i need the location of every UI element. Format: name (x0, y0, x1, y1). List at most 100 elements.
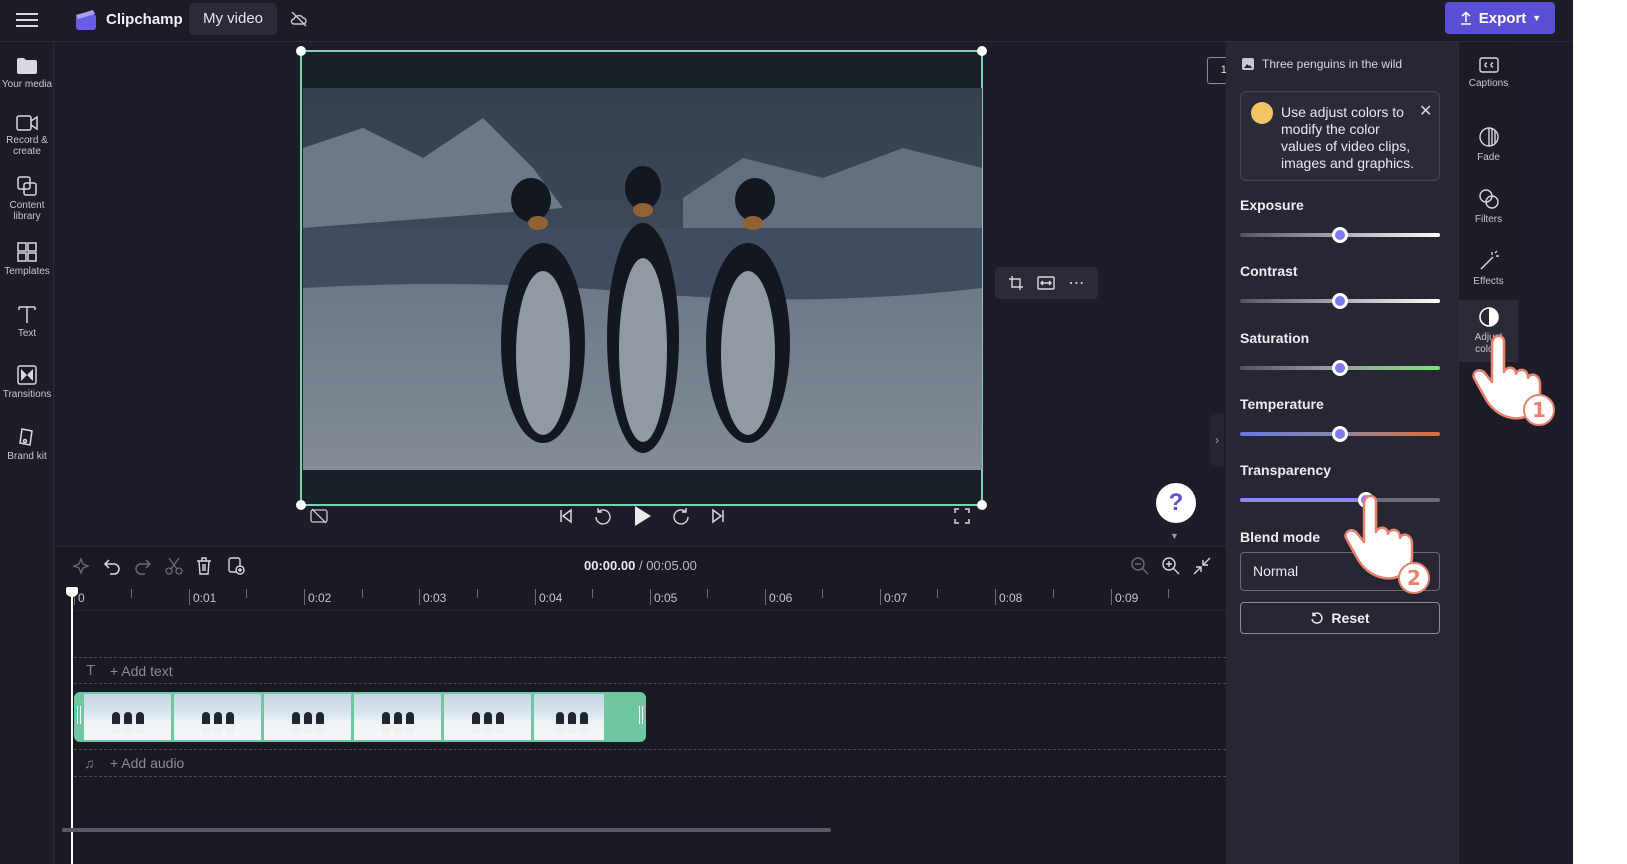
slider-knob[interactable] (1332, 426, 1348, 442)
templates-icon (17, 242, 37, 262)
nav-templates[interactable]: Templates (0, 241, 54, 277)
undo-icon[interactable] (102, 556, 122, 576)
chevron-down-icon[interactable]: ▼ (1170, 531, 1179, 541)
slider-knob[interactable] (1332, 360, 1348, 376)
temperature-label: Temperature (1240, 396, 1324, 412)
clip-trim-handle-right[interactable] (639, 706, 643, 724)
nav-label: Templates (4, 266, 50, 277)
nav-label: Captions (1468, 78, 1509, 89)
adjust-colors-icon (1478, 307, 1499, 327)
timecode: 00:00.00 / 00:05.00 (584, 558, 697, 573)
nav-label: Effects (1473, 276, 1504, 287)
clip-thumbnail (174, 694, 261, 740)
playhead[interactable] (66, 587, 78, 864)
tip-card: Use adjust colors to modify the color va… (1240, 91, 1440, 181)
magic-icon[interactable] (71, 556, 91, 576)
clip-thumbnail (84, 694, 171, 740)
contrast-slider[interactable] (1240, 293, 1440, 309)
redo-icon[interactable] (133, 556, 153, 576)
timeline-toolbar: 00:00.00 / 00:05.00 (56, 547, 1269, 585)
transparency-label: Transparency (1240, 462, 1332, 478)
content-library-icon (17, 176, 37, 196)
rewind-5-icon[interactable] (594, 507, 612, 525)
crop-icon[interactable] (1008, 275, 1024, 291)
forward-5-icon[interactable] (672, 507, 690, 525)
play-icon[interactable] (632, 505, 652, 527)
project-title[interactable]: My video (189, 3, 278, 35)
fullscreen-icon[interactable] (954, 508, 970, 524)
timeline-scrollbar[interactable] (62, 828, 831, 832)
brand-kit-icon (19, 428, 33, 446)
clip-thumbnail (354, 694, 441, 740)
nav-transitions[interactable]: Transitions (0, 364, 54, 400)
slider-knob[interactable] (1332, 293, 1348, 309)
upload-icon (1460, 11, 1471, 25)
nav-content-library[interactable]: Content library (0, 175, 54, 222)
image-icon (1242, 58, 1254, 70)
resize-handle[interactable] (977, 46, 987, 56)
menu-icon[interactable] (16, 10, 38, 30)
current-time: 00:00.00 (584, 558, 636, 573)
ruler-label: 0 (78, 591, 85, 605)
nav-filters[interactable]: Filters (1459, 188, 1518, 225)
split-icon[interactable] (164, 556, 184, 576)
timeline-ruler[interactable]: 0 0:01 0:02 0:03 0:04 0:05 0:06 0:07 0:0… (74, 585, 1226, 611)
ruler-label: 0:03 (423, 591, 447, 605)
ruler-label: 0:09 (1115, 591, 1139, 605)
duplicate-icon[interactable] (226, 556, 246, 576)
saturation-slider[interactable] (1240, 360, 1440, 376)
fit-icon[interactable] (1037, 276, 1055, 290)
nav-captions[interactable]: Captions (1459, 56, 1518, 89)
ruler-label: 0:06 (769, 591, 793, 605)
reset-button[interactable]: Reset (1240, 602, 1440, 634)
nav-your-media[interactable]: Your media (0, 56, 54, 90)
ruler-label: 0:08 (999, 591, 1023, 605)
help-button[interactable]: ? (1156, 483, 1196, 523)
zoom-in-icon[interactable] (1161, 556, 1181, 576)
step-badge-2: 2 (1398, 562, 1430, 594)
ruler-label: 0:02 (308, 591, 332, 605)
zoom-out-icon[interactable] (1130, 556, 1150, 576)
skip-forward-icon[interactable] (710, 508, 726, 524)
filters-icon (1478, 189, 1499, 209)
transitions-icon (17, 365, 37, 385)
nav-label: Record & create (6, 135, 48, 157)
add-text-label: + Add text (110, 663, 173, 679)
nav-effects[interactable]: Effects (1459, 250, 1518, 287)
video-clip[interactable] (74, 692, 646, 742)
export-button[interactable]: Export ▼ (1445, 2, 1555, 34)
captions-icon (1478, 57, 1499, 73)
clipchamp-app: Clipchamp My video Export ▼ Your media R… (0, 0, 1573, 864)
resize-handle[interactable] (977, 500, 987, 510)
reset-label: Reset (1331, 610, 1370, 626)
slider-knob[interactable] (1332, 227, 1348, 243)
folder-icon (17, 58, 37, 74)
nav-record-create[interactable]: Record & create (0, 114, 54, 157)
expand-right-panel-button[interactable]: › (1210, 414, 1224, 466)
music-note-icon: ♫ (84, 755, 95, 771)
skip-back-icon[interactable] (558, 508, 574, 524)
nav-fade[interactable]: Fade (1459, 126, 1518, 163)
clip-trim-handle-left[interactable] (77, 706, 81, 724)
cloud-off-icon[interactable] (289, 9, 309, 29)
nav-text[interactable]: Text (0, 303, 54, 339)
nav-brand-kit[interactable]: Brand kit (0, 426, 54, 462)
clip-thumbnail (264, 694, 351, 740)
blend-mode-label: Blend mode (1240, 529, 1321, 545)
timeline: 00:00.00 / 00:05.00 0 0:01 0:02 0:03 0:0… (56, 546, 1226, 864)
exposure-slider[interactable] (1240, 227, 1440, 243)
resize-handle[interactable] (296, 500, 306, 510)
text-track[interactable]: T + Add text (74, 657, 1226, 684)
delete-icon[interactable] (194, 556, 214, 576)
video-canvas[interactable] (296, 46, 987, 510)
resize-handle[interactable] (296, 46, 306, 56)
text-icon (18, 306, 36, 323)
nav-label: Transitions (2, 389, 52, 400)
more-options-icon[interactable]: ⋯ (1068, 273, 1085, 293)
temperature-slider[interactable] (1240, 426, 1440, 442)
ruler-label: 0:05 (654, 591, 678, 605)
captions-off-icon[interactable] (310, 508, 328, 524)
fit-timeline-icon[interactable] (1192, 556, 1212, 576)
close-icon[interactable]: ✕ (1419, 101, 1432, 121)
audio-track[interactable]: ♫ + Add audio (74, 749, 1226, 777)
